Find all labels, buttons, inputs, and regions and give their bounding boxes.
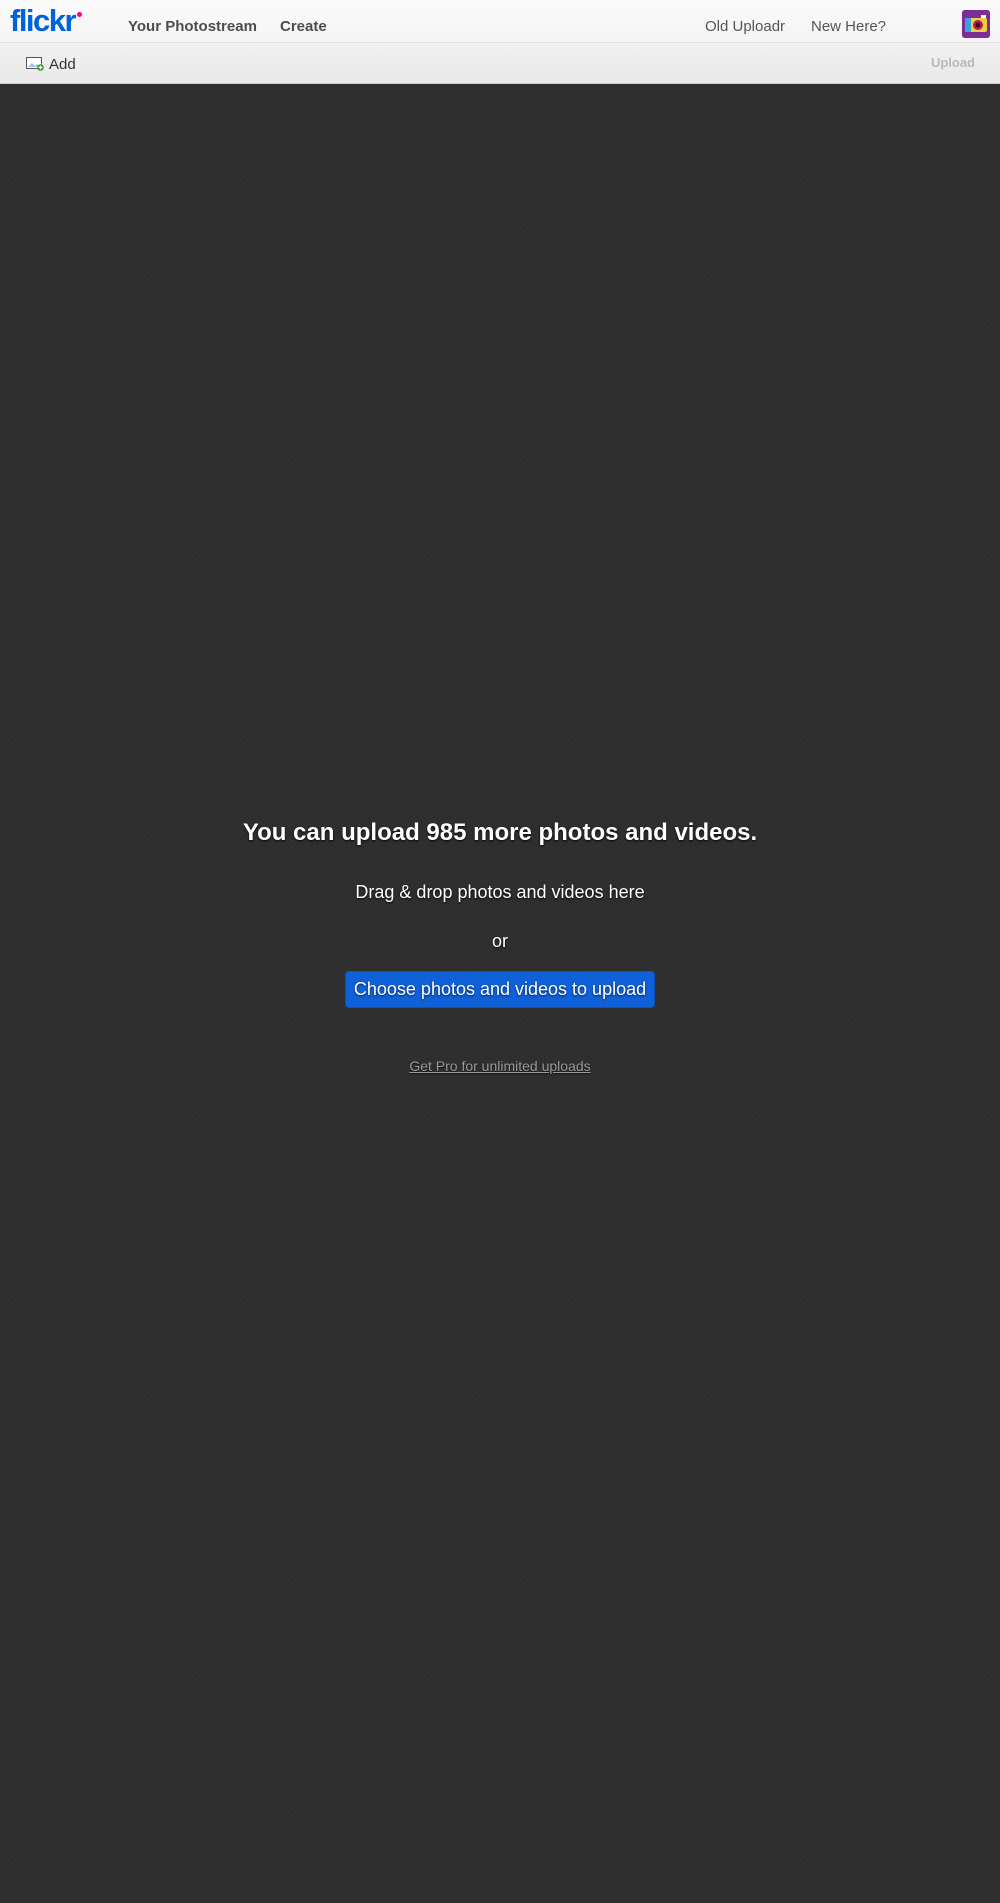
- upload-button[interactable]: Upload: [931, 55, 975, 70]
- upload-toolbar: Add: [0, 43, 1000, 84]
- upload-limit-headline: You can upload 985 more photos and video…: [242, 819, 758, 846]
- user-avatar[interactable]: [962, 10, 990, 38]
- top-navigation-bar: flickr Your Photostream Create Old Uploa…: [0, 0, 1000, 43]
- logo-text: flickr: [10, 3, 77, 38]
- get-pro-link[interactable]: Get Pro for unlimited uploads: [409, 1058, 590, 1074]
- add-button[interactable]: Add: [26, 54, 76, 74]
- add-button-label: Add: [49, 55, 76, 73]
- nav-old-uploadr[interactable]: Old Uploadr: [705, 18, 785, 36]
- nav-new-here[interactable]: New Here?: [811, 18, 886, 36]
- or-separator: or: [491, 931, 508, 951]
- logo-dot-icon: [77, 12, 83, 17]
- add-photo-icon: [26, 57, 44, 71]
- avatar-image-icon: [962, 10, 990, 38]
- choose-files-button[interactable]: Choose photos and videos to upload: [345, 971, 655, 1008]
- drag-drop-text: Drag & drop photos and videos here: [355, 882, 645, 902]
- flickr-logo[interactable]: flickr: [10, 3, 83, 39]
- nav-create[interactable]: Create: [280, 18, 327, 36]
- pro-link-container: Get Pro for unlimited uploads: [0, 1057, 1000, 1075]
- nav-your-photostream[interactable]: Your Photostream: [128, 18, 257, 36]
